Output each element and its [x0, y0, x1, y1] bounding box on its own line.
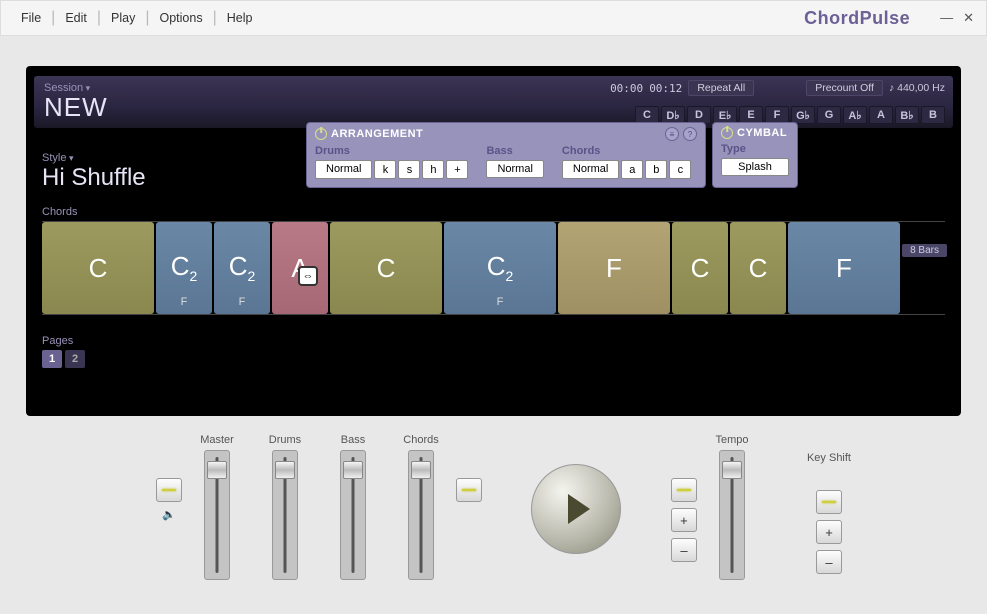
- menu-file[interactable]: File: [13, 7, 49, 29]
- chord-main: F: [606, 253, 622, 284]
- play-icon: [568, 494, 590, 524]
- chord-block-0[interactable]: C: [42, 222, 154, 314]
- chords-key-a[interactable]: a: [621, 160, 643, 179]
- precount[interactable]: Precount Off: [806, 80, 883, 96]
- pages-label: Pages: [42, 335, 953, 347]
- chord-block-9[interactable]: F: [788, 222, 900, 314]
- chord-main: C: [691, 253, 710, 284]
- bass-value[interactable]: Normal: [486, 160, 543, 178]
- bass-label: Bass: [486, 145, 543, 157]
- chords-arr-label: Chords: [562, 145, 691, 157]
- key-g[interactable]: G: [817, 106, 841, 124]
- chord-bass: F: [181, 296, 188, 308]
- chords-key-c[interactable]: c: [669, 160, 691, 179]
- header-strip: Session NEW 00:00 00:12 Repeat All Preco…: [34, 76, 953, 128]
- cymbal-title: CYMBAL: [737, 127, 787, 139]
- arrangement-title: ARRANGEMENT: [331, 128, 423, 140]
- menu-bar: File| Edit| Play| Options| Help ChordPul…: [0, 0, 987, 36]
- time-elapsed: 00:00: [610, 82, 643, 95]
- chord-main: F: [836, 253, 852, 284]
- chord-bass: F: [239, 296, 246, 308]
- cymbal-type-label: Type: [721, 143, 789, 155]
- drums-key-s[interactable]: s: [398, 160, 420, 179]
- key-bb[interactable]: B♭: [895, 106, 919, 124]
- time-total: 00:12: [649, 82, 682, 95]
- drums-key-plus[interactable]: +: [446, 160, 468, 179]
- tempo-plus-button[interactable]: +: [671, 508, 697, 532]
- page-1[interactable]: 1: [42, 350, 62, 368]
- chord-block-2[interactable]: C2 F: [214, 222, 270, 314]
- main-panel: Session NEW 00:00 00:12 Repeat All Preco…: [26, 66, 961, 416]
- chord-block-8[interactable]: C: [730, 222, 786, 314]
- repeat-mode[interactable]: Repeat All: [688, 80, 754, 96]
- chord-block-4[interactable]: C: [330, 222, 442, 314]
- chords-value[interactable]: Normal: [562, 160, 619, 179]
- tuning-fork-icon[interactable]: ♪ 440,00 Hz: [889, 82, 945, 94]
- menu-help[interactable]: Help: [219, 7, 261, 29]
- drums-fader-label: Drums: [269, 434, 301, 446]
- chord-main: C: [377, 253, 396, 284]
- menu-edit[interactable]: Edit: [57, 7, 95, 29]
- minimize-icon[interactable]: —: [940, 10, 953, 26]
- bottom-controls: 🔈 Master Drums Bass Chords + – Tempo: [0, 424, 987, 580]
- arrangement-power-icon[interactable]: [315, 128, 327, 140]
- drums-value[interactable]: Normal: [315, 160, 372, 179]
- chord-block-7[interactable]: C: [672, 222, 728, 314]
- tuning-value: 440,00 Hz: [897, 82, 945, 94]
- bass-fader-label: Bass: [341, 434, 365, 446]
- chords-label: Chords: [42, 206, 953, 218]
- drag-handle-icon[interactable]: ⇔: [298, 266, 318, 286]
- chord-main: C: [749, 253, 768, 284]
- tempo-reset-button[interactable]: [671, 478, 697, 502]
- keyshift-minus-button[interactable]: –: [816, 550, 842, 574]
- chord-track: CC2FC2FACC2FFCCF: [42, 221, 945, 315]
- chord-block-5[interactable]: C2 F: [444, 222, 556, 314]
- chord-main: C: [89, 253, 108, 284]
- chord-bass: F: [497, 296, 504, 308]
- menu-play[interactable]: Play: [103, 7, 143, 29]
- chord-main: C2: [229, 251, 256, 284]
- keyshift-reset-button[interactable]: [816, 490, 842, 514]
- list-icon[interactable]: ≡: [665, 127, 679, 141]
- chord-block-6[interactable]: F: [558, 222, 670, 314]
- drums-fader[interactable]: [272, 450, 298, 580]
- help-icon[interactable]: ?: [683, 127, 697, 141]
- chords-key-b[interactable]: b: [645, 160, 667, 179]
- master-fader-label: Master: [200, 434, 234, 446]
- arrangement-panel: ARRANGEMENT ≡ ? Drums Normal k s h +: [306, 122, 706, 188]
- page-2[interactable]: 2: [65, 350, 85, 368]
- brand-logo: ChordPulse: [804, 8, 910, 29]
- chord-main: C2: [171, 251, 198, 284]
- close-icon[interactable]: ✕: [963, 10, 974, 26]
- tempo-minus-button[interactable]: –: [671, 538, 697, 562]
- master-fader[interactable]: [204, 450, 230, 580]
- keyshift-label: Key Shift: [807, 452, 851, 464]
- cymbal-panel: CYMBAL Type Splash: [712, 122, 798, 188]
- drums-key-h[interactable]: h: [422, 160, 444, 179]
- tempo-fader-label: Tempo: [715, 434, 748, 446]
- bars-badge[interactable]: 8 Bars: [902, 244, 947, 257]
- chord-main: C2: [487, 251, 514, 284]
- chords-fader[interactable]: [408, 450, 434, 580]
- play-button[interactable]: [531, 464, 621, 554]
- tempo-fader[interactable]: [719, 450, 745, 580]
- key-a[interactable]: A: [869, 106, 893, 124]
- chord-block-1[interactable]: C2 F: [156, 222, 212, 314]
- drums-key-k[interactable]: k: [374, 160, 396, 179]
- drums-label: Drums: [315, 145, 468, 157]
- menu-options[interactable]: Options: [152, 7, 211, 29]
- chords-fader-label: Chords: [403, 434, 438, 446]
- key-b[interactable]: B: [921, 106, 945, 124]
- bass-fader[interactable]: [340, 450, 366, 580]
- mute-button[interactable]: [156, 478, 182, 502]
- speaker-icon: 🔈: [162, 508, 176, 521]
- key-ab[interactable]: A♭: [843, 106, 867, 124]
- cymbal-power-icon[interactable]: [721, 127, 733, 139]
- cymbal-type-value[interactable]: Splash: [721, 158, 789, 176]
- keyshift-plus-button[interactable]: +: [816, 520, 842, 544]
- solo-button[interactable]: [456, 478, 482, 502]
